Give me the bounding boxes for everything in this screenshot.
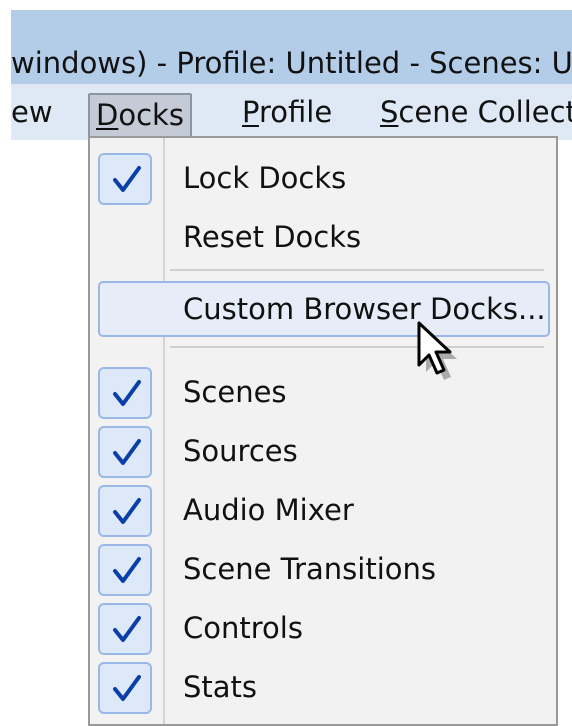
controls-label: Controls (183, 611, 303, 645)
menu-docks-mnemonic: D (96, 98, 119, 132)
menu-separator (170, 346, 544, 348)
menu-scene-collection-label: cene Collect (398, 95, 572, 129)
menu-scene-collection[interactable]: Scene Collect (380, 84, 572, 140)
menu-item-scenes[interactable]: Scenes (90, 364, 556, 420)
sources-checkmark-icon (98, 426, 152, 478)
mouse-pointer-icon (416, 320, 460, 384)
menu-profile[interactable]: Profile (242, 84, 332, 140)
menu-bar: ew Docks Profile Scene Collect (11, 84, 572, 140)
menu-item-audio-mixer[interactable]: Audio Mixer (90, 482, 556, 538)
menu-item-reset-docks[interactable]: Reset Docks (90, 209, 556, 265)
scene-transitions-checkmark-icon (98, 544, 152, 596)
controls-checkmark-icon (98, 603, 152, 655)
menu-item-lock-docks[interactable]: Lock Docks (90, 150, 556, 206)
window-title: windows) - Profile: Untitled - Scenes: U… (11, 46, 572, 80)
audio-mixer-checkmark-icon (98, 485, 152, 537)
menu-item-controls[interactable]: Controls (90, 600, 556, 656)
scenes-checkmark-icon (98, 367, 152, 419)
lock-docks-checkmark-icon (98, 153, 152, 205)
stats-checkmark-icon (98, 662, 152, 714)
menu-item-custom-browser-docks[interactable]: Custom Browser Docks... (90, 281, 556, 337)
menu-scene-collection-mnemonic: S (380, 95, 399, 129)
menu-item-stats[interactable]: Stats (90, 659, 556, 715)
sources-label: Sources (183, 434, 298, 468)
audio-mixer-label: Audio Mixer (183, 493, 354, 527)
menu-view-label: ew (11, 95, 53, 129)
stats-label: Stats (183, 670, 258, 704)
menu-profile-label: rofile (258, 95, 333, 129)
menu-separator (170, 269, 544, 271)
lock-docks-label: Lock Docks (183, 161, 347, 195)
scene-transitions-label: Scene Transitions (183, 552, 436, 586)
menu-docks[interactable]: Docks (88, 93, 192, 139)
custom-browser-docks-label: Custom Browser Docks... (183, 292, 546, 326)
menu-item-sources[interactable]: Sources (90, 423, 556, 479)
scenes-label: Scenes (183, 375, 287, 409)
docks-dropdown-menu: Lock Docks Reset Docks Custom Browser Do… (88, 136, 558, 726)
reset-docks-label: Reset Docks (183, 220, 362, 254)
title-bar: windows) - Profile: Untitled - Scenes: U… (11, 10, 572, 84)
menu-view[interactable]: ew (11, 84, 53, 140)
menu-profile-mnemonic: P (242, 95, 259, 129)
menu-docks-label: ocks (118, 98, 184, 132)
menu-item-scene-transitions[interactable]: Scene Transitions (90, 541, 556, 597)
